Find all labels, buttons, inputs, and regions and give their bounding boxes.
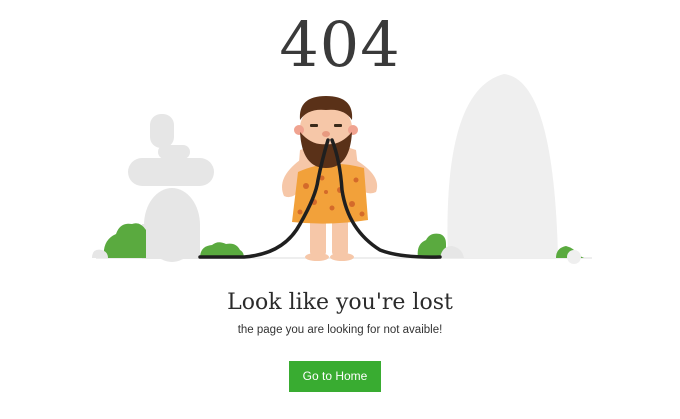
boulder-icon <box>447 74 558 258</box>
go-home-button[interactable]: Go to Home <box>289 361 381 392</box>
error-headline: Look like you're lost <box>227 290 453 315</box>
error-message: the page you are looking for not avaible… <box>237 324 443 336</box>
caveman-illustration <box>92 74 592 264</box>
bush-icon <box>92 223 146 258</box>
